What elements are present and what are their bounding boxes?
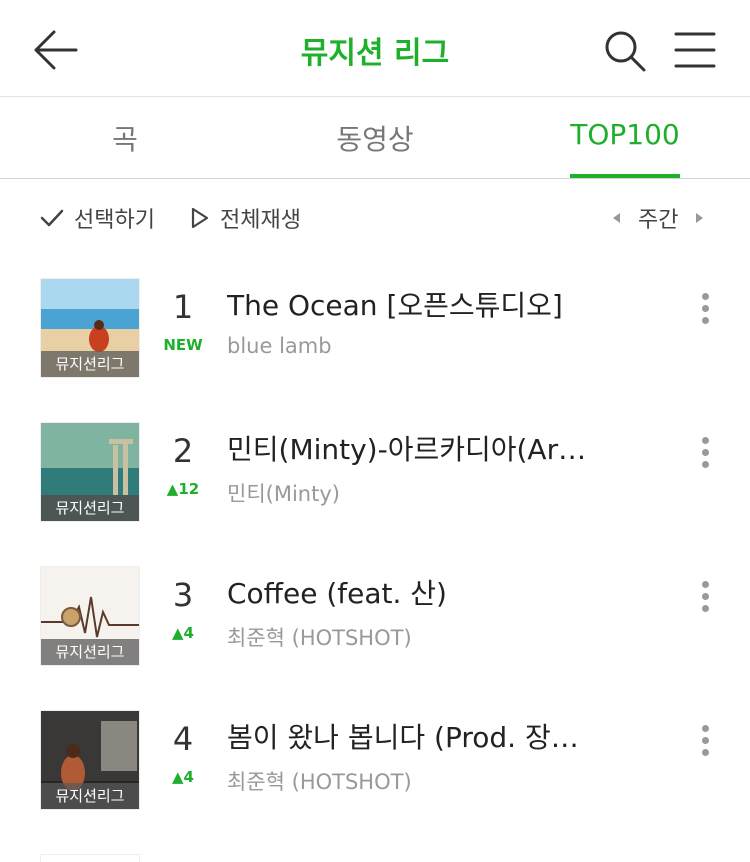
rank-change: ▲4 bbox=[172, 624, 194, 642]
track-row[interactable]: 뮤지션리그 1 NEW The Ocean [오픈스튜디오] blue lamb bbox=[0, 260, 750, 404]
album-art[interactable]: 뮤지션리그 bbox=[40, 422, 140, 522]
thumb-label: 뮤지션리그 bbox=[41, 639, 139, 665]
more-vertical-icon bbox=[701, 581, 709, 588]
app-header: 뮤지션 리그 bbox=[0, 0, 750, 97]
tab-bar: 곡 동영상 TOP100 bbox=[0, 96, 750, 179]
play-all-label: 전체재생 bbox=[220, 208, 301, 233]
chevron-left-icon[interactable] bbox=[610, 211, 624, 225]
more-options-button[interactable] bbox=[690, 576, 720, 620]
more-options-button[interactable] bbox=[690, 720, 720, 764]
rank-change: ▲12 bbox=[166, 480, 200, 498]
album-art[interactable]: 뮤지션리그 bbox=[40, 278, 140, 378]
album-art[interactable] bbox=[40, 854, 140, 862]
checkmark-icon bbox=[40, 209, 64, 227]
rank-number: 3 bbox=[172, 576, 194, 614]
album-art[interactable]: 뮤지션리그 bbox=[40, 566, 140, 666]
tab-top100[interactable]: TOP100 bbox=[560, 118, 690, 151]
artist-name[interactable]: blue lamb bbox=[227, 334, 332, 358]
artist-name[interactable]: 최준혁 (HOTSHOT) bbox=[227, 766, 412, 796]
thumb-label: 뮤지션리그 bbox=[41, 351, 139, 377]
track-row[interactable] bbox=[0, 836, 750, 862]
rank-change: NEW bbox=[163, 336, 203, 354]
tab-songs[interactable]: 곡 bbox=[75, 118, 175, 158]
list-toolbar: 선택하기 전체재생 주간 bbox=[0, 180, 750, 260]
song-title[interactable]: Coffee (feat. 산) bbox=[227, 572, 647, 612]
album-art[interactable]: 뮤지션리그 bbox=[40, 710, 140, 810]
active-tab-indicator bbox=[570, 174, 680, 178]
more-vertical-icon bbox=[701, 293, 709, 300]
thumb-label: 뮤지션리그 bbox=[41, 495, 139, 521]
menu-button[interactable] bbox=[674, 30, 716, 70]
song-title[interactable]: The Ocean [오픈스튜디오] bbox=[227, 284, 647, 324]
track-row[interactable]: 뮤지션리그 3 ▲4 Coffee (feat. 산) 최준혁 (HOTSHOT… bbox=[0, 548, 750, 692]
rank-change: ▲4 bbox=[172, 768, 194, 786]
tab-videos[interactable]: 동영상 bbox=[310, 118, 440, 158]
more-vertical-icon bbox=[701, 437, 709, 444]
chevron-right-icon[interactable] bbox=[692, 211, 706, 225]
song-title[interactable]: 민티(Minty)-아르카디아(Ar… bbox=[227, 428, 647, 468]
track-row[interactable]: 뮤지션리그 4 ▲4 봄이 왔나 봅니다 (Prod. 장… 최준혁 (HOTS… bbox=[0, 692, 750, 836]
menu-icon bbox=[674, 32, 716, 68]
play-icon bbox=[191, 207, 209, 229]
more-options-button[interactable] bbox=[690, 288, 720, 332]
rank-number: 4 bbox=[172, 720, 194, 758]
period-label: 주간 bbox=[638, 208, 679, 233]
more-options-button[interactable] bbox=[690, 432, 720, 476]
rank-number: 2 bbox=[172, 432, 194, 470]
more-vertical-icon bbox=[701, 725, 709, 732]
period-selector: 주간 bbox=[610, 202, 706, 234]
song-title[interactable]: 봄이 왔나 봅니다 (Prod. 장… bbox=[227, 716, 647, 756]
track-row[interactable]: 뮤지션리그 2 ▲12 민티(Minty)-아르카디아(Ar… 민티(Minty… bbox=[0, 404, 750, 548]
rank-number: 1 bbox=[172, 288, 194, 326]
thumb-label: 뮤지션리그 bbox=[41, 783, 139, 809]
play-all-button[interactable]: 전체재생 bbox=[190, 202, 301, 234]
search-button[interactable] bbox=[602, 28, 648, 74]
search-icon bbox=[605, 31, 646, 72]
artist-name[interactable]: 최준혁 (HOTSHOT) bbox=[227, 622, 412, 652]
select-button[interactable]: 선택하기 bbox=[40, 202, 155, 234]
artist-name[interactable]: 민티(Minty) bbox=[227, 478, 340, 508]
select-label: 선택하기 bbox=[74, 208, 155, 233]
